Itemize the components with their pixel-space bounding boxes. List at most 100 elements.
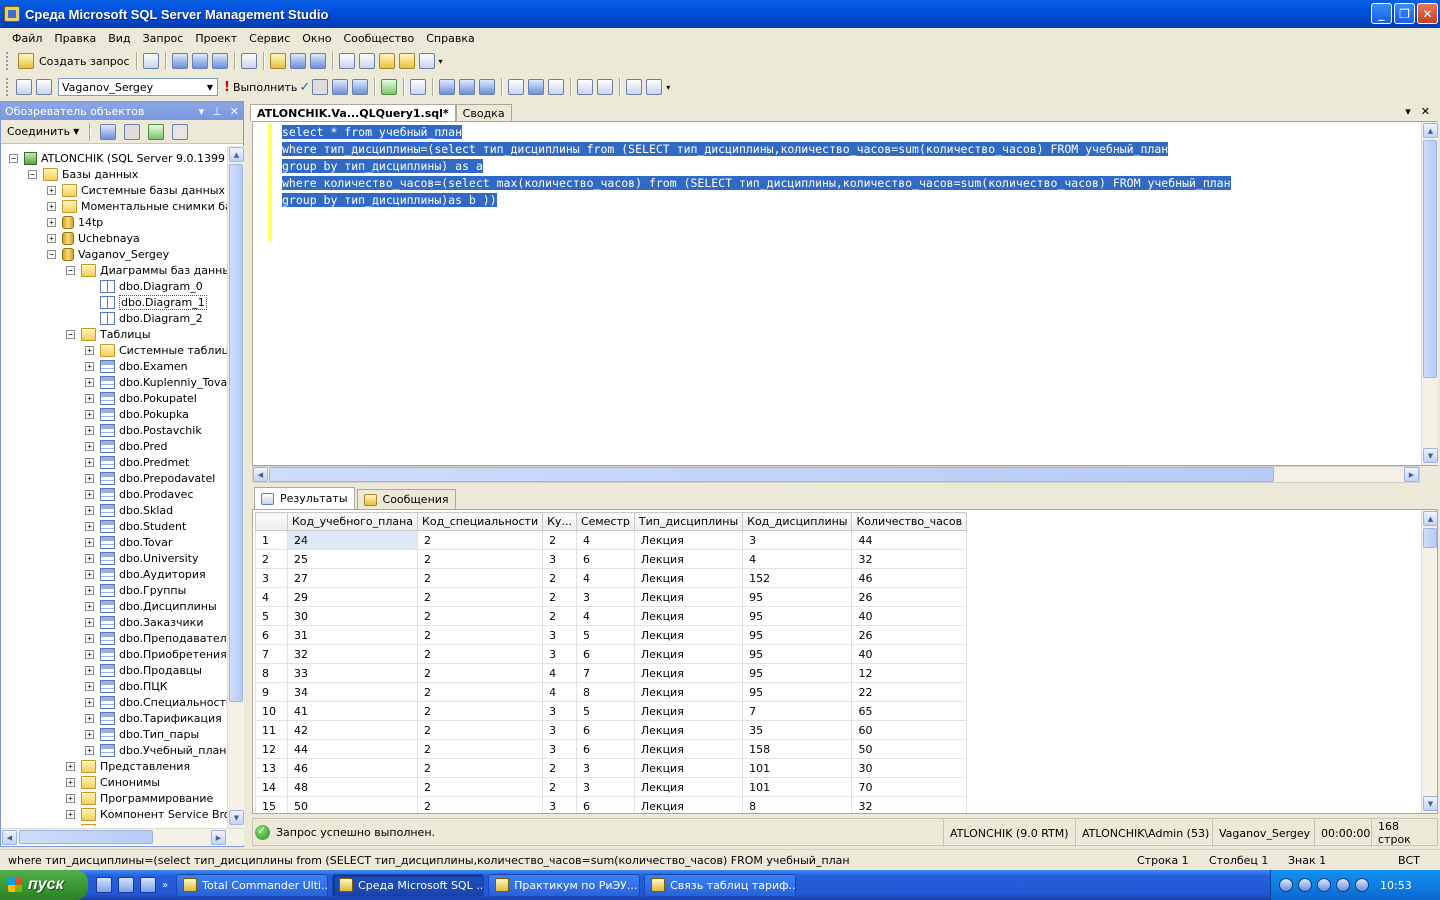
- table-row[interactable]: 1 24 2 2 4 Лекция 3 44: [255, 530, 968, 550]
- table-row[interactable]: 2 25 2 3 6 Лекция 4 32: [255, 549, 968, 569]
- tree-node[interactable]: + dbo.University: [85, 550, 199, 566]
- grid-cell[interactable]: 158: [742, 739, 853, 759]
- taskbar-button[interactable]: Total Commander Ulti...: [176, 873, 329, 897]
- grid-cell[interactable]: 31: [286, 625, 419, 645]
- grid-cell[interactable]: 32: [851, 796, 968, 813]
- grid-cell[interactable]: 3: [542, 796, 577, 813]
- grid-cell[interactable]: 6: [575, 796, 635, 813]
- connect-dropdown-button[interactable]: Соединить ▼: [5, 122, 81, 142]
- grid-cell[interactable]: 3: [542, 720, 577, 740]
- grid-cell[interactable]: 2: [417, 796, 544, 813]
- tree-node[interactable]: + Хранилище: [66, 822, 167, 826]
- grid-cell[interactable]: 2: [417, 625, 544, 645]
- tree-node[interactable]: − ATLONCHIK (SQL Server 9.0.1399 - A: [9, 150, 227, 166]
- grid-cell[interactable]: 70: [851, 777, 968, 797]
- tree-node[interactable]: + dbo.Pokupatel: [85, 390, 197, 406]
- tree-hscroll-thumb[interactable]: [19, 830, 153, 844]
- tree-node[interactable]: +14tp: [47, 214, 103, 230]
- menu-item[interactable]: Файл: [6, 32, 48, 45]
- collapse-icon[interactable]: −: [47, 249, 56, 259]
- grid-cell[interactable]: 2: [417, 549, 544, 569]
- new-file-icon[interactable]: [142, 53, 159, 69]
- grid-cell[interactable]: 32: [851, 549, 968, 569]
- row-number[interactable]: 1: [255, 530, 288, 550]
- code-line[interactable]: where количество_часов=(select max(колич…: [282, 175, 1231, 192]
- tree-node[interactable]: + dbo.Аудитория: [85, 566, 206, 582]
- tree-horizontal-scrollbar[interactable]: ◀ ▶: [1, 828, 244, 845]
- expand-icon[interactable]: +: [85, 537, 94, 547]
- grid-cell[interactable]: 44: [851, 530, 968, 550]
- grid-cell[interactable]: 2: [542, 568, 577, 588]
- toolbar-overflow-icon[interactable]: ▾: [666, 83, 670, 92]
- row-number[interactable]: 15: [255, 796, 288, 813]
- grid-cell[interactable]: 3: [542, 625, 577, 645]
- expand-icon[interactable]: +: [85, 377, 94, 387]
- code-line[interactable]: group by тип_дисциплины) as a: [282, 158, 1231, 175]
- grid-cell[interactable]: 44: [286, 739, 419, 759]
- row-number[interactable]: 10: [255, 701, 288, 721]
- collapse-icon[interactable]: −: [9, 153, 18, 163]
- grid-cell[interactable]: 101: [742, 758, 853, 778]
- grid-cell[interactable]: 4: [575, 568, 635, 588]
- grid-cell[interactable]: 30: [286, 606, 419, 626]
- row-number[interactable]: 3: [255, 568, 288, 588]
- column-header[interactable]: Код_дисциплины: [742, 512, 853, 531]
- grid-cell[interactable]: Лекция: [633, 663, 744, 683]
- expand-icon[interactable]: +: [85, 409, 94, 419]
- scroll-up-icon[interactable]: ▲: [1423, 123, 1438, 138]
- grid-cell[interactable]: 95: [742, 606, 853, 626]
- tree-node[interactable]: dbo.Diagram_2: [85, 310, 203, 326]
- scroll-down-icon[interactable]: ▼: [1423, 448, 1438, 463]
- tree-node[interactable]: + dbo.Examen: [85, 358, 188, 374]
- grid-cell[interactable]: 22: [851, 682, 968, 702]
- tree-node[interactable]: + dbo.Заказчики: [85, 614, 203, 630]
- grid-cell[interactable]: 95: [742, 625, 853, 645]
- row-number[interactable]: 8: [255, 663, 288, 683]
- tree-node[interactable]: − Диаграммы баз данных: [66, 262, 227, 278]
- grid-cell[interactable]: Лекция: [633, 758, 744, 778]
- scroll-down-icon[interactable]: ▼: [229, 810, 244, 825]
- toolbox-icon[interactable]: [418, 53, 435, 69]
- grid-vertical-scrollbar[interactable]: ▲ ▼: [1421, 510, 1437, 813]
- grid-cell[interactable]: 26: [851, 625, 968, 645]
- results-to-text-icon[interactable]: [479, 79, 496, 95]
- column-header[interactable]: Ку...: [542, 512, 577, 531]
- expand-icon[interactable]: +: [47, 185, 56, 195]
- menu-item[interactable]: Запрос: [137, 32, 190, 45]
- change-connection-icon[interactable]: [36, 79, 52, 95]
- tree-node[interactable]: + dbo.Дисциплины: [85, 598, 217, 614]
- expand-icon[interactable]: +: [85, 489, 94, 499]
- disconnect-icon[interactable]: [100, 123, 117, 140]
- tree-node[interactable]: + dbo.Приобретения: [85, 646, 227, 662]
- grid-cell[interactable]: 50: [851, 739, 968, 759]
- grid-cell[interactable]: 152: [742, 568, 853, 588]
- grid-cell[interactable]: 7: [742, 701, 853, 721]
- specify-values-icon[interactable]: [381, 79, 398, 95]
- column-header[interactable]: Количество_часов: [851, 512, 968, 531]
- grid-cell[interactable]: 3: [575, 777, 635, 797]
- explorer-icon[interactable]: [140, 877, 156, 893]
- expand-icon[interactable]: +: [85, 585, 94, 595]
- row-number[interactable]: 6: [255, 625, 288, 645]
- grid-cell[interactable]: 2: [417, 701, 544, 721]
- menu-item[interactable]: Сервис: [243, 32, 296, 45]
- expand-icon[interactable]: +: [85, 505, 94, 515]
- table-row[interactable]: 10 41 2 3 5 Лекция 7 65: [255, 701, 968, 721]
- execute-button[interactable]: ! Выполнить: [222, 77, 299, 97]
- row-number[interactable]: 13: [255, 758, 288, 778]
- start-button[interactable]: пуск: [0, 870, 88, 900]
- grid-cell[interactable]: 7: [575, 663, 635, 683]
- tree-node[interactable]: + dbo.Postavchik: [85, 422, 202, 438]
- database-engine-query-icon[interactable]: [171, 53, 188, 69]
- close-icon[interactable]: ✕: [230, 105, 239, 118]
- grid-cell[interactable]: 95: [742, 663, 853, 683]
- grid-cell[interactable]: 4: [742, 549, 853, 569]
- grid-cell[interactable]: Лекция: [633, 568, 744, 588]
- row-number[interactable]: 12: [255, 739, 288, 759]
- column-header[interactable]: Код_специальности: [417, 512, 544, 531]
- editor-scroll-thumb[interactable]: [1423, 140, 1437, 378]
- grid-cell[interactable]: 101: [742, 777, 853, 797]
- tree-node[interactable]: + dbo.Продавцы: [85, 662, 202, 678]
- grid-cell[interactable]: 2: [417, 720, 544, 740]
- tree-node[interactable]: + dbo.Kuplenniy_Tovar: [85, 374, 227, 390]
